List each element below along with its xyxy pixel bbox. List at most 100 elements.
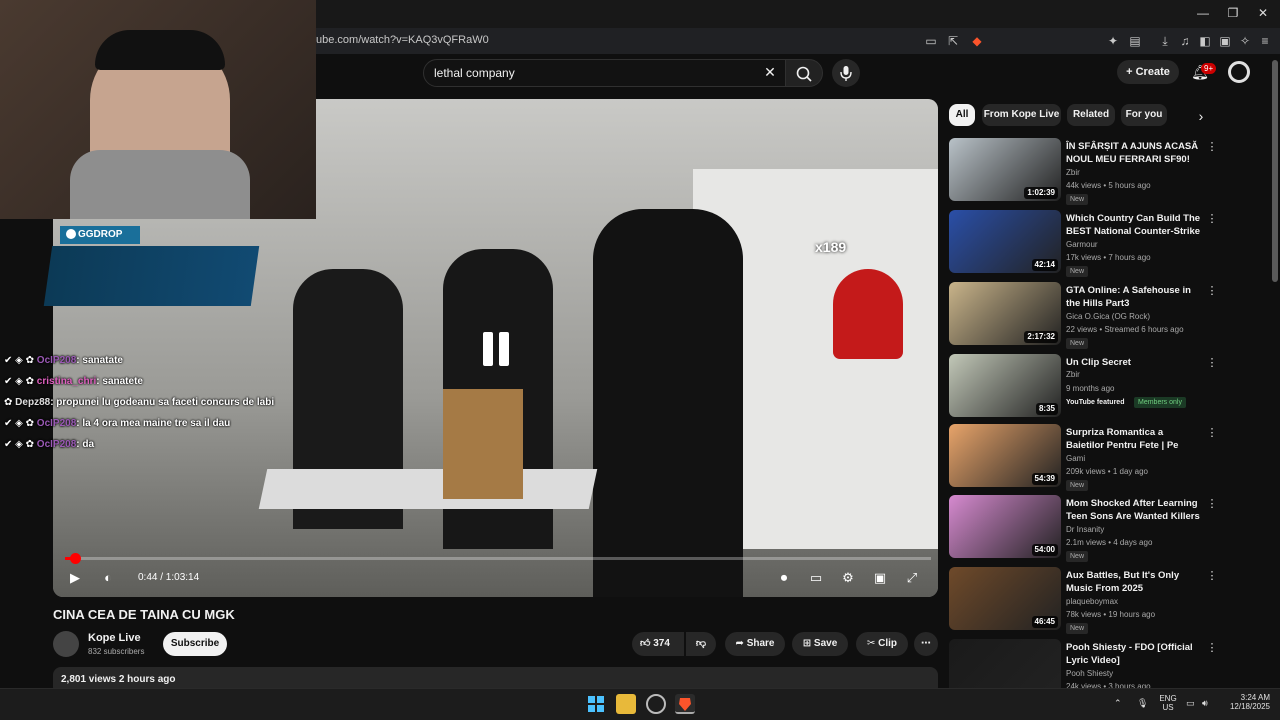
subscribe-button[interactable]: Subscribe [163, 632, 227, 656]
account-avatar[interactable] [1228, 61, 1250, 83]
minimize-button[interactable]: — [1192, 4, 1214, 22]
recommendation-channel[interactable]: Gica O.Gica (OG Rock) [1066, 312, 1150, 321]
scrollbar[interactable] [1272, 60, 1278, 282]
share-button[interactable]: ➦ Share [725, 632, 785, 656]
search-button[interactable] [785, 59, 823, 87]
url-text[interactable]: ube.com/watch?v=KAQ3vQFRaW0 [316, 34, 489, 46]
recommendation-title[interactable]: Aux Battles, But It's Only Music From 20… [1066, 569, 1202, 595]
leo-icon[interactable]: ✧ [1236, 32, 1254, 50]
more-vertical-icon[interactable]: ⋮ [1206, 569, 1218, 583]
microphone-tray-icon[interactable]: 🎙︎ [1137, 698, 1148, 709]
chevron-right-icon[interactable]: › [1193, 108, 1209, 124]
recommendation-badge: YouTube featured [1066, 399, 1125, 406]
chip-for-you[interactable]: For you [1121, 104, 1167, 126]
taskbar [0, 688, 1280, 720]
clip-button[interactable]: ✂ Clip [856, 632, 908, 656]
recommendation-title[interactable]: GTA Online: A Safehouse in the Hills Par… [1066, 284, 1202, 310]
network-icon[interactable]: ▭ [1186, 698, 1195, 709]
recommendation-title[interactable]: Surpriza Romantica a Baietilor Pentru Fe… [1066, 426, 1202, 452]
video-title: CINA CEA DE TAINA CU MGK [53, 607, 235, 622]
close-window-button[interactable]: ✕ [1252, 4, 1274, 22]
voice-search-button[interactable] [832, 59, 860, 87]
volume-icon[interactable]: ◐ [97, 569, 119, 587]
fullscreen-icon[interactable]: ⤢ [901, 569, 923, 587]
chip-from-kope-live[interactable]: From Kope Live [982, 104, 1061, 126]
video-duration: 1:02:39 [1024, 187, 1058, 199]
more-vertical-icon[interactable]: ⋮ [1206, 284, 1218, 298]
autoplay-toggle-icon[interactable]: ⏺ [773, 569, 795, 587]
file-explorer-icon[interactable] [616, 694, 636, 714]
reader-icon[interactable]: ▤ [1126, 32, 1144, 50]
more-horizontal-icon: ⋯ [921, 638, 931, 649]
video-duration: 2:17:32 [1024, 331, 1058, 343]
like-button[interactable]: 👍︎ 374 [632, 632, 684, 656]
more-vertical-icon[interactable]: ⋮ [1206, 356, 1218, 370]
menu-icon[interactable]: ≡ [1256, 32, 1274, 50]
recommendation-meta: 17k views • 7 hours ago [1066, 253, 1151, 262]
recommendation-title[interactable]: Which Country Can Build The BEST Nationa… [1066, 212, 1202, 238]
create-button[interactable]: + Create [1117, 60, 1179, 84]
windows-start-icon[interactable] [586, 694, 606, 714]
brave-taskbar-icon[interactable] [675, 694, 695, 714]
brave-shield-icon[interactable]: ◆ [968, 32, 986, 50]
media-icon[interactable]: ♫ [1176, 32, 1194, 50]
chip-all[interactable]: All [949, 104, 975, 126]
search-query[interactable]: lethal company [434, 66, 515, 80]
recommendation-meta: 44k views • 5 hours ago [1066, 181, 1151, 190]
chevron-up-icon[interactable]: ⌃ [1114, 698, 1122, 709]
language-indicator[interactable]: ENG US [1158, 694, 1178, 712]
recommendation-title[interactable]: Un Clip Secret [1066, 356, 1202, 369]
obs-icon[interactable] [646, 694, 666, 714]
microphone-icon [840, 66, 852, 81]
recommendation-meta: 78k views • 19 hours ago [1066, 610, 1156, 619]
scrubber-handle[interactable] [70, 553, 81, 564]
clear-search-icon[interactable]: ✕ [762, 64, 778, 80]
channel-avatar[interactable] [53, 631, 79, 657]
recommendation-channel[interactable]: Gami [1066, 454, 1085, 463]
clock[interactable]: 3:24 AM 12/18/2025 [1218, 693, 1270, 711]
progress-bar[interactable] [65, 557, 931, 560]
recommendation-meta: 9 months ago [1066, 384, 1115, 393]
download-icon[interactable]: ⤓ [1156, 32, 1174, 50]
recommendation-badge: New [1066, 266, 1089, 277]
play-icon[interactable]: ▶ [64, 569, 86, 587]
more-vertical-icon[interactable]: ⋮ [1206, 641, 1218, 655]
video-duration: 54:00 [1031, 544, 1058, 556]
table [258, 469, 598, 509]
recommendation-title[interactable]: ÎN SFÂRȘIT A AJUNS ACASĂ NOUL MEU FERRAR… [1066, 140, 1202, 166]
more-vertical-icon[interactable]: ⋮ [1206, 140, 1218, 154]
settings-icon[interactable]: ⚙ [837, 569, 859, 587]
sidebar-icon[interactable]: ◧ [1196, 32, 1214, 50]
wallet-icon[interactable]: ▣ [1216, 32, 1234, 50]
speaker-icon[interactable]: 🔊︎ [1202, 698, 1208, 709]
more-actions-button[interactable]: ⋯ [914, 632, 938, 656]
recommendation-channel[interactable]: Zbir [1066, 370, 1080, 379]
share-page-icon[interactable]: ⇱ [944, 32, 962, 50]
pause-overlay-icon[interactable] [483, 332, 493, 366]
more-vertical-icon[interactable]: ⋮ [1206, 497, 1218, 511]
more-vertical-icon[interactable]: ⋮ [1206, 426, 1218, 440]
video-duration: 8:35 [1035, 403, 1058, 415]
search-icon [796, 66, 812, 82]
more-vertical-icon[interactable]: ⋮ [1206, 212, 1218, 226]
recommendation-channel[interactable]: Zbir [1066, 168, 1080, 177]
subtitles-icon[interactable]: ▭ [805, 569, 827, 587]
recommendation-channel[interactable]: plaqueboymax [1066, 597, 1118, 606]
recommendation-title[interactable]: Pooh Shiesty - FDO [Official Lyric Video… [1066, 641, 1202, 667]
miniplayer-icon[interactable]: ▣ [869, 569, 891, 587]
recommendation-title[interactable]: Mom Shocked After Learning Teen Sons Are… [1066, 497, 1202, 523]
video-duration: 42:14 [1031, 259, 1058, 271]
recommendation-channel[interactable]: Garmour [1066, 240, 1098, 249]
extensions-icon[interactable]: ✦ [1104, 32, 1122, 50]
save-button[interactable]: ⊞ Save [792, 632, 848, 656]
recommendation-meta: 209k views • 1 day ago [1066, 467, 1148, 476]
dislike-button[interactable]: 👎︎ [686, 632, 716, 656]
restore-button[interactable]: ❐ [1222, 4, 1244, 22]
channel-name[interactable]: Kope Live [88, 632, 141, 644]
bookmark-icon: ⊞ [802, 638, 814, 649]
pause-overlay-icon[interactable] [499, 332, 509, 366]
cast-icon[interactable]: ▭ [922, 32, 940, 50]
recommendation-channel[interactable]: Dr Insanity [1066, 525, 1104, 534]
recommendation-channel[interactable]: Pooh Shiesty [1066, 669, 1113, 678]
chip-related[interactable]: Related [1067, 104, 1115, 126]
